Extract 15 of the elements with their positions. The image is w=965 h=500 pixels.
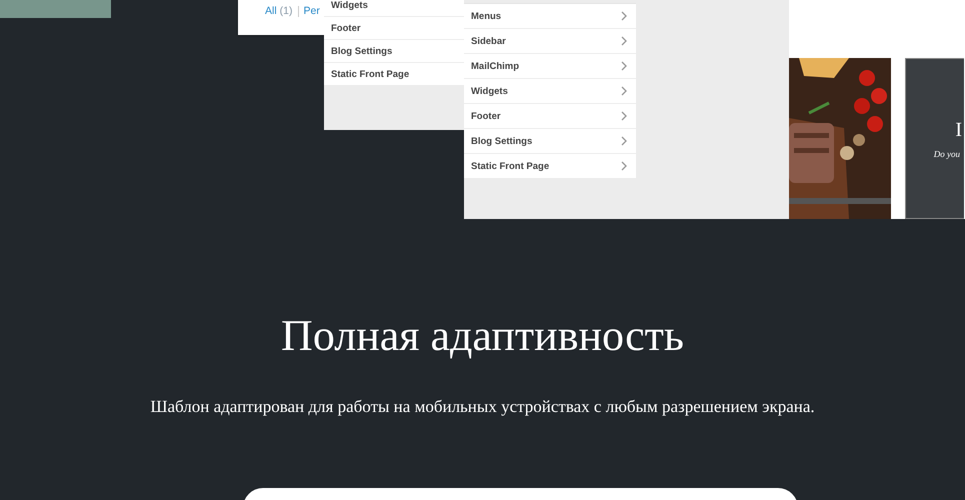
filter-count: (1) (280, 4, 293, 18)
chevron-icon (621, 161, 628, 171)
chevron-icon (621, 86, 628, 96)
chevron-icon (621, 61, 628, 71)
thumbnail-subtitle: Do you (934, 148, 961, 158)
filter-link[interactable]: Per (304, 4, 320, 18)
chevron-icon (621, 136, 628, 146)
filter-link[interactable]: All (265, 4, 277, 18)
chevron-icon (621, 11, 628, 21)
chevron-icon (621, 111, 628, 121)
menu-item[interactable]: Widgets (324, 0, 464, 17)
thumbnail-title: I (955, 118, 963, 140)
section-heading: Полная адаптивность (280, 310, 685, 362)
section-text: Шаблон адаптирован для работы на мобильных устройствах с любым разрешением экрана. (149, 396, 816, 418)
chevron-icon (621, 36, 628, 46)
